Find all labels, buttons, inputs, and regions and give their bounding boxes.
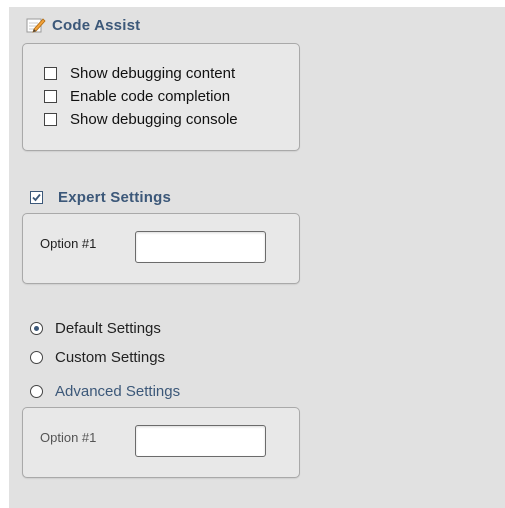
advanced-settings-radio[interactable]	[30, 385, 43, 398]
settings-panel: Code Assist Show debugging content Enabl…	[9, 7, 505, 508]
pencil-icon	[26, 18, 46, 33]
expert-settings-title: Expert Settings	[58, 189, 172, 206]
advanced-settings-option[interactable]: Advanced Settings	[30, 383, 180, 400]
code-assist-title: Code Assist	[52, 16, 141, 34]
code-assist-header: Code Assist	[26, 16, 140, 34]
enable-code-completion-option[interactable]: Enable code completion	[44, 88, 230, 105]
advanced-option-1-input[interactable]	[135, 425, 266, 457]
default-settings-radio[interactable]	[30, 322, 43, 335]
checkmark-icon	[32, 193, 41, 202]
show-debugging-content-label: Show debugging content	[70, 65, 236, 82]
show-debugging-content-option[interactable]: Show debugging content	[44, 65, 235, 82]
default-settings-label: Default Settings	[55, 320, 161, 337]
advanced-settings-label: Advanced Settings	[55, 383, 181, 400]
enable-code-completion-checkbox[interactable]	[44, 90, 57, 103]
default-settings-option[interactable]: Default Settings	[30, 320, 161, 337]
enable-code-completion-label: Enable code completion	[70, 88, 231, 105]
show-debugging-console-option[interactable]: Show debugging console	[44, 111, 238, 128]
show-debugging-content-checkbox[interactable]	[44, 67, 57, 80]
show-debugging-console-checkbox[interactable]	[44, 113, 57, 126]
expert-option-1-label: Option #1	[40, 236, 97, 251]
custom-settings-radio[interactable]	[30, 351, 43, 364]
show-debugging-console-label: Show debugging console	[70, 111, 238, 128]
expert-settings-checkbox[interactable]	[30, 191, 43, 204]
advanced-option-1-label: Option #1	[40, 430, 97, 445]
custom-settings-label: Custom Settings	[55, 349, 166, 366]
expert-settings-toggle[interactable]: Expert Settings	[30, 189, 171, 206]
expert-option-1-input[interactable]	[135, 231, 266, 263]
custom-settings-option[interactable]: Custom Settings	[30, 349, 165, 366]
